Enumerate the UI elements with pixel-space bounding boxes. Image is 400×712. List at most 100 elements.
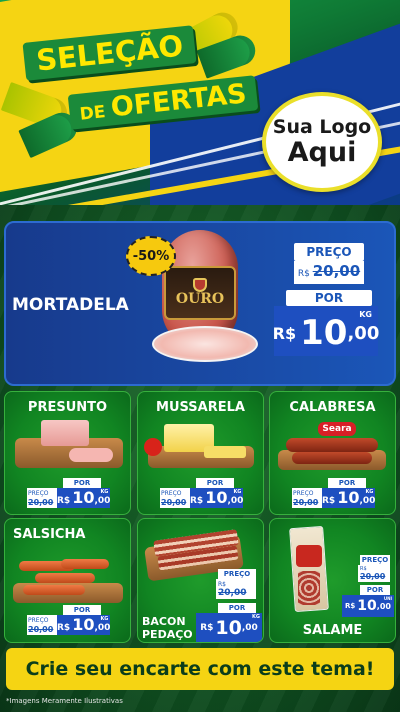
product-name-line-1: BACON <box>142 615 186 628</box>
old-price: R$ 20,00 <box>216 579 256 599</box>
new-price: R$ 10 ,00 KG <box>196 613 262 642</box>
seara-logo: Seara <box>318 422 356 436</box>
old-price-value: 20,00 <box>218 588 247 598</box>
crest-icon <box>193 278 207 293</box>
price-tag: POR PREÇO 20,00 R$ 10 ,00 KG <box>27 605 111 635</box>
price-decimal: ,00 <box>227 496 244 506</box>
price-decimal: ,00 <box>94 623 111 633</box>
new-price-label: POR <box>328 478 366 488</box>
price-unit: KG <box>359 310 372 319</box>
mortadela-brand: OURO <box>175 291 225 308</box>
offer-title: SELEÇÃO DE OFERTAS <box>14 25 259 145</box>
new-price-label: POR <box>196 478 234 488</box>
old-price-value: 20,00 <box>28 625 54 634</box>
sliced-mortadela-plate <box>152 326 258 362</box>
price-label: PREÇO <box>161 490 182 497</box>
disclaimer-text: *Imagens Meramente Ilustrativas <box>6 697 123 705</box>
product-name: PRESUNTO <box>27 400 108 415</box>
price-decimal: ,00 <box>241 623 258 633</box>
currency: R$ <box>322 496 336 506</box>
old-price-value: 20,00 <box>161 498 187 507</box>
price-label: PREÇO <box>293 490 314 497</box>
product-name: SALSICHA <box>13 527 86 542</box>
price-integer: 10 <box>72 488 95 507</box>
old-price: PREÇO 20,00 <box>27 488 57 508</box>
salsicha-link <box>61 559 109 569</box>
salame-label <box>296 545 322 567</box>
price-integer: 10 <box>215 616 242 639</box>
title-ofertas: OFERTAS <box>109 78 248 124</box>
product-card-salame: SALAME PREÇO R$ 20,00 POR R$ 10 ,00 UNI <box>269 518 396 643</box>
salsicha-link <box>35 573 95 583</box>
title-line-2: DE OFERTAS <box>67 75 259 130</box>
product-card-presunto: PRESUNTO POR PREÇO 20,00 R$ 10 ,00 KG <box>4 391 131 515</box>
logo-placeholder[interactable]: Sua Logo Aqui <box>262 92 382 192</box>
old-price-value: 20,00 <box>293 498 319 507</box>
calabresa-image <box>286 438 378 452</box>
price-label: PREÇO <box>294 243 364 261</box>
new-price: R$ 10 ,00 UNI <box>342 595 394 617</box>
salsicha-link <box>23 585 85 595</box>
product-name: BACON PEDAÇO <box>142 615 193 641</box>
new-price-label: POR <box>63 605 101 615</box>
title-line-1: SELEÇÃO <box>22 25 197 81</box>
mortadela-label: OURO <box>164 266 236 320</box>
salame-slices <box>298 571 320 605</box>
price-unit: KG <box>233 489 242 495</box>
product-card-calabresa: CALABRESA Seara POR PREÇO 20,00 R$ 10 ,0… <box>269 391 396 515</box>
product-card-salsicha: SALSICHA POR PREÇO 20,00 R$ 10 ,00 KG <box>4 518 131 643</box>
old-currency: R$ <box>218 581 226 588</box>
old-price: R$ 20,00 <box>358 565 390 582</box>
product-card-bacon: BACON PEDAÇO PREÇO R$ 20,00 POR R$ 10 ,0… <box>137 518 264 643</box>
price-tag: PREÇO R$ 20,00 POR R$ 10 ,00 KG <box>196 569 262 642</box>
old-price-value: 20,00 <box>28 498 54 507</box>
price-decimal: ,00 <box>359 496 376 506</box>
new-price-label: POR <box>360 585 390 595</box>
price-unit: KG <box>252 614 260 620</box>
featured-price-tag: PREÇO R$ 20,00 POR R$ 10 ,00 KG <box>272 243 384 356</box>
price-decimal: ,00 <box>94 496 111 506</box>
currency: R$ <box>200 623 214 633</box>
price-label: PREÇO <box>28 617 49 624</box>
product-name: SALAME <box>302 623 363 638</box>
price-decimal: ,00 <box>376 601 391 611</box>
price-label: PREÇO <box>360 555 390 565</box>
title-de: DE <box>78 102 107 125</box>
new-price: R$ 10 ,00 KG <box>57 488 111 508</box>
new-price: R$ 10 ,00 KG <box>190 488 244 508</box>
logo-line-2: Aqui <box>287 136 357 168</box>
header-banner: SELEÇÃO DE OFERTAS Sua Logo Aqui <box>0 0 400 205</box>
price-integer: 10 <box>205 488 228 507</box>
currency: R$ <box>272 323 297 343</box>
mussarela-slices <box>204 446 246 458</box>
price-decimal: ,00 <box>347 322 380 344</box>
logo-line-1: Sua Logo <box>272 115 372 138</box>
price-label: PREÇO <box>218 569 256 579</box>
featured-product-name: MORTADELA <box>12 295 129 315</box>
price-tag: POR PREÇO 20,00 R$ 10 ,00 KG <box>27 478 111 508</box>
presunto-slices <box>69 448 113 462</box>
price-label: PREÇO <box>28 490 49 497</box>
price-unit: KG <box>100 489 109 495</box>
product-name-line-2: PEDAÇO <box>142 628 193 641</box>
price-tag: POR PREÇO 20,00 R$ 10 ,00 KG <box>160 478 244 508</box>
price-unit: KG <box>365 489 374 495</box>
new-price: R$ 10 ,00 KG <box>57 615 111 635</box>
currency: R$ <box>190 496 204 506</box>
currency: R$ <box>57 496 71 506</box>
price-integer: 10 <box>357 598 377 614</box>
price-integer: 10 <box>300 313 348 353</box>
new-price-label: POR <box>286 290 372 306</box>
old-price-value: 20,00 <box>360 572 386 581</box>
old-price-value: 20,00 <box>312 262 361 280</box>
presunto-block <box>41 420 89 446</box>
tomato-icon <box>144 438 162 456</box>
cta-banner[interactable]: Crie seu encarte com este tema! <box>6 648 394 690</box>
new-price: R$ 10 ,00 KG <box>322 488 376 508</box>
old-currency: R$ <box>297 269 310 279</box>
new-price-label: POR <box>63 478 101 488</box>
calabresa-sausage <box>292 452 372 464</box>
new-price: R$ 10 ,00 KG <box>272 306 380 356</box>
currency: R$ <box>345 602 356 610</box>
old-price: PREÇO 20,00 <box>160 488 190 508</box>
